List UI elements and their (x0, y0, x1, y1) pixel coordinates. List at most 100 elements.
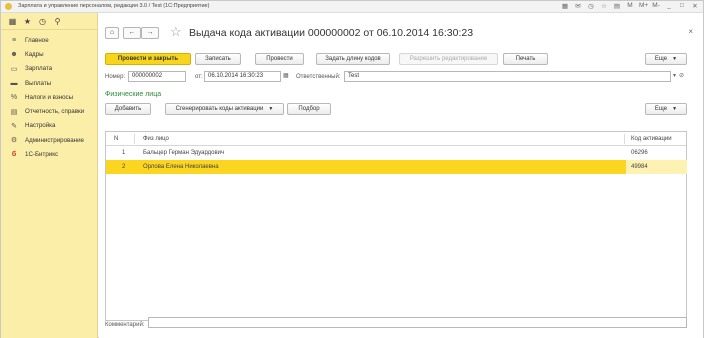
comment-label: Комментарий: (105, 322, 145, 328)
history-icon[interactable]: ◷ (36, 17, 49, 26)
sidebar-item-label: Выплаты (25, 79, 52, 87)
post-button[interactable]: Провести (255, 53, 304, 65)
window-close-icon[interactable]: ✕ (691, 2, 699, 10)
home-button[interactable]: ⌂ (105, 27, 119, 39)
sidebar-item-settings[interactable]: ✎ Настройка (1, 119, 97, 133)
memory-icon[interactable]: M (626, 2, 634, 10)
column-separator (134, 134, 135, 144)
comment-field[interactable] (148, 317, 687, 328)
gear-icon: ⚙ (10, 137, 18, 145)
wallet-icon: ▭ (10, 65, 18, 73)
favorite-star-icon[interactable]: ☆ (170, 25, 182, 39)
chevron-down-icon: ▼ (672, 56, 678, 62)
row-number: 2 (122, 164, 126, 170)
people-icon: ☻ (10, 50, 18, 58)
percent-icon: % (10, 93, 18, 101)
print-button[interactable]: Печать (503, 53, 548, 65)
sidebar: ▦ ★ ◷ ⚲ ≡ Главное ☻ Кадры ▭ Зарплата ▬ В… (1, 13, 98, 338)
date-label: от: (195, 74, 203, 80)
sidebar-item-label: Администрирование (25, 136, 85, 144)
forward-button[interactable]: → (141, 27, 159, 39)
calculator-icon[interactable]: ▤ (613, 2, 621, 10)
banknote-icon: ▬ (10, 79, 18, 87)
history-icon[interactable]: ◷ (587, 2, 595, 10)
chevron-down-icon: ▼ (672, 106, 678, 112)
set-code-length-button[interactable]: Задать длину кодов (316, 53, 390, 65)
memory-plus-icon[interactable]: M+ (639, 2, 648, 10)
table-header: N Физ лицо Код активации (106, 132, 686, 146)
main-menu-icon[interactable]: ▦ (561, 2, 569, 10)
sidebar-item-administration[interactable]: ⚙ Администрирование (1, 133, 97, 147)
row-person: Бальцер Герман Эдуардович (143, 150, 225, 156)
row-activation-code: 06296 (631, 150, 648, 156)
generate-codes-button[interactable]: Сгенерировать коды активации ▼ (165, 103, 284, 115)
sidebar-item-label: Зарплата (25, 65, 53, 73)
date-field[interactable]: 06.10.2014 16:30:23 (204, 71, 281, 82)
responsible-label: Ответственный: (296, 74, 341, 80)
allow-edit-button[interactable]: Разрешить редактирование (399, 53, 498, 65)
responsible-field[interactable]: Test (344, 71, 671, 82)
sidebar-item-payments[interactable]: ▬ Выплаты (1, 76, 97, 90)
sidebar-item-reports[interactable]: ▤ Отчетность, справки (1, 104, 97, 118)
add-button[interactable]: Добавить (105, 103, 151, 115)
number-field[interactable]: 000000002 (128, 71, 186, 82)
mail-icon[interactable]: ✉ (574, 2, 582, 10)
sidebar-item-label: Налоги и взносы (25, 93, 74, 101)
close-icon[interactable]: × (688, 27, 693, 36)
individuals-table[interactable]: N Физ лицо Код активации 1 Бальцер Герма… (105, 131, 687, 321)
sidebar-item-bitrix[interactable]: б 1С-Битрикс (1, 147, 97, 161)
search-icon[interactable]: ⚲ (51, 17, 64, 26)
sidebar-toolbar: ▦ ★ ◷ ⚲ (1, 13, 97, 30)
dropdown-arrow-icon[interactable]: ▾ (673, 72, 676, 79)
column-header-activation-code[interactable]: Код активации (631, 132, 672, 145)
favorites-icon[interactable]: ☆ (600, 2, 608, 10)
row-activation-code: 49984 (631, 164, 648, 170)
arrow-left-icon: ← (128, 29, 136, 36)
pick-button[interactable]: Подбор (287, 103, 331, 115)
memory-minus-icon[interactable]: M- (652, 2, 660, 10)
title-bar-icons: ▦ ✉ ◷ ☆ ▤ M M+ M- _ □ ✕ (561, 2, 699, 10)
wrench-icon: ✎ (11, 122, 17, 130)
table-more-button[interactable]: Еще ▼ (645, 103, 687, 115)
bitrix-icon: б (11, 151, 17, 159)
individuals-group-title: Физические лица (105, 91, 162, 98)
window-title: Зарплата и управление персоналом, редакц… (18, 3, 210, 9)
more-actions-button[interactable]: Еще ▼ (645, 53, 687, 65)
generate-label: Сгенерировать коды активации (175, 106, 264, 112)
save-button[interactable]: Записать (195, 53, 241, 65)
apps-grid-icon[interactable]: ▦ (6, 17, 19, 26)
star-icon[interactable]: ★ (21, 17, 34, 26)
sidebar-item-label: 1С-Битрикс (25, 151, 59, 159)
column-header-person[interactable]: Физ лицо (143, 132, 169, 145)
column-separator (624, 134, 625, 144)
sidebar-sections: ≡ Главное ☻ Кадры ▭ Зарплата ▬ Выплаты %… (1, 30, 97, 162)
sidebar-item-salary[interactable]: ▭ Зарплата (1, 62, 97, 76)
sidebar-item-label: Главное (25, 36, 49, 44)
arrow-right-icon: → (146, 29, 154, 36)
sidebar-item-hr[interactable]: ☻ Кадры (1, 47, 97, 61)
minimize-icon[interactable]: _ (665, 2, 673, 10)
column-header-n[interactable]: N (114, 132, 118, 145)
open-link-icon[interactable]: ⊘ (679, 72, 684, 79)
report-icon: ▤ (10, 108, 18, 116)
row-person: Орлова Елена Николаевна (143, 164, 219, 170)
table-row-selected[interactable]: 2 Орлова Елена Николаевна 49984 (106, 160, 687, 174)
form-header: ⌂ ← → ☆ Выдача кода активации 000000002 … (99, 25, 703, 43)
menu-lines-icon: ≡ (11, 36, 17, 44)
document-form: ⌂ ← → ☆ Выдача кода активации 000000002 … (99, 13, 703, 338)
app-logo-icon (5, 3, 12, 10)
sidebar-item-label: Настройка (25, 122, 56, 130)
home-icon: ⌂ (109, 29, 115, 36)
maximize-icon[interactable]: □ (678, 2, 686, 10)
chevron-down-icon: ▼ (268, 106, 274, 112)
calendar-icon[interactable]: ▦ (283, 72, 289, 79)
post-and-close-button[interactable]: Провести и закрыть (105, 53, 191, 65)
back-button[interactable]: ← (123, 27, 141, 39)
more-label: Еще (654, 56, 668, 62)
sidebar-item-taxes[interactable]: % Налоги и взносы (1, 90, 97, 104)
sidebar-item-label: Кадры (25, 50, 44, 58)
page-title: Выдача кода активации 000000002 от 06.10… (189, 27, 474, 39)
table-row[interactable]: 1 Бальцер Герман Эдуардович 06296 (106, 146, 686, 160)
more-label: Еще (654, 106, 668, 112)
sidebar-item-main[interactable]: ≡ Главное (1, 33, 97, 47)
